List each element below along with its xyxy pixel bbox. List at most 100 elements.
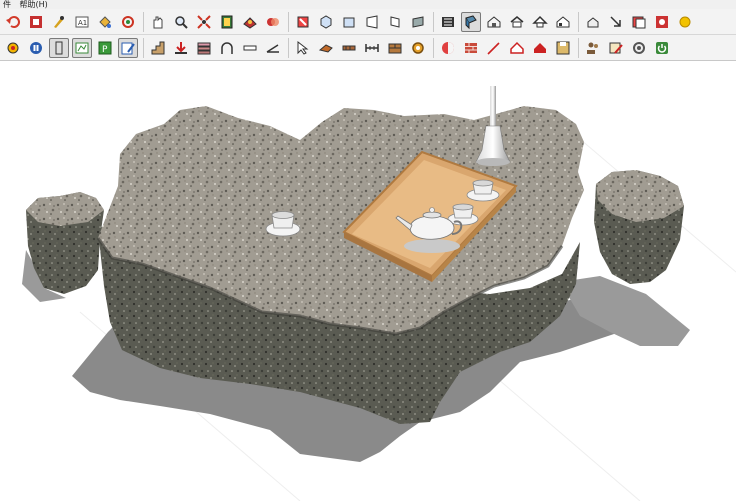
- orbit-dot-button[interactable]: [3, 38, 23, 58]
- arrow-button[interactable]: [606, 12, 626, 32]
- layers-icon: [631, 14, 647, 30]
- pointer-button[interactable]: [293, 38, 313, 58]
- paint-bucket-button[interactable]: [95, 12, 115, 32]
- house-red-icon: [509, 40, 525, 56]
- zoom-button[interactable]: [171, 12, 191, 32]
- angle-button[interactable]: [263, 38, 283, 58]
- arrow-icon: [608, 14, 624, 30]
- orbit-dot-icon: [5, 40, 21, 56]
- hand-button[interactable]: [148, 12, 168, 32]
- image-edit-button[interactable]: [606, 38, 626, 58]
- svg-text:P: P: [102, 45, 108, 55]
- text-icon: A1: [74, 14, 90, 30]
- stair-button[interactable]: [148, 38, 168, 58]
- style-icon: [265, 14, 281, 30]
- iso-view-button[interactable]: [293, 12, 313, 32]
- gear-button[interactable]: [408, 38, 428, 58]
- stairs-red-button[interactable]: [484, 38, 504, 58]
- rocket-button[interactable]: [316, 38, 336, 58]
- house-red-button[interactable]: [507, 38, 527, 58]
- hand-icon: [150, 14, 166, 30]
- arc-button[interactable]: [217, 38, 237, 58]
- back-view-button[interactable]: [385, 12, 405, 32]
- back-view-icon: [387, 14, 403, 30]
- style-button[interactable]: [263, 12, 283, 32]
- redo-button[interactable]: [652, 12, 672, 32]
- house-solid-button[interactable]: [530, 38, 550, 58]
- svg-text:A1: A1: [78, 19, 87, 27]
- paint-bucket-icon: [97, 14, 113, 30]
- wireframe-button[interactable]: [461, 11, 481, 32]
- menu-help[interactable]: 帮助(H): [17, 0, 51, 9]
- xray-button[interactable]: [438, 12, 458, 32]
- menu-bar: 件 帮助(H): [0, 0, 736, 9]
- column-button[interactable]: [49, 37, 69, 58]
- house-alt-icon: [555, 14, 571, 30]
- iso-view-icon: [295, 14, 311, 30]
- 3d-viewport[interactable]: [0, 62, 736, 501]
- stairs-red-icon: [486, 40, 502, 56]
- rocket-icon: [318, 40, 334, 56]
- edit-icon: [51, 14, 67, 30]
- right-view-icon: [364, 14, 380, 30]
- dimension-icon: [364, 40, 380, 56]
- xray-icon: [440, 14, 456, 30]
- people-icon: [585, 40, 601, 56]
- right-view-button[interactable]: [362, 12, 382, 32]
- scene-canvas[interactable]: [0, 62, 736, 501]
- angle-icon: [265, 40, 281, 56]
- orbit-button[interactable]: [118, 12, 138, 32]
- top-view-button[interactable]: [316, 12, 336, 32]
- zoom-extents-button[interactable]: [194, 12, 214, 32]
- power-icon: [654, 40, 670, 56]
- toolbar-separator: [578, 11, 579, 32]
- brick-icon: [463, 40, 479, 56]
- component-button[interactable]: [217, 12, 237, 32]
- front-view-icon: [341, 14, 357, 30]
- undo-button[interactable]: [3, 12, 23, 32]
- house-outline-button[interactable]: [507, 12, 527, 32]
- house-outline-icon: [509, 14, 525, 30]
- house-alt-button[interactable]: [553, 12, 573, 32]
- redo-icon: [654, 14, 670, 30]
- dot-icon: [677, 14, 693, 30]
- left-view-button[interactable]: [408, 12, 428, 32]
- line-button[interactable]: [240, 38, 260, 58]
- brick-button[interactable]: [461, 38, 481, 58]
- toolbar-separator: [143, 11, 144, 32]
- stack-button[interactable]: [194, 38, 214, 58]
- column-icon: [51, 40, 67, 56]
- scene-p-icon: P: [97, 40, 113, 56]
- material-button[interactable]: [240, 12, 260, 32]
- dimension-button[interactable]: [362, 38, 382, 58]
- floppy-button[interactable]: [553, 38, 573, 58]
- text-button[interactable]: A1: [72, 12, 92, 32]
- roof-button[interactable]: [530, 12, 550, 32]
- pointer-icon: [295, 40, 311, 56]
- menu-file[interactable]: 件: [0, 0, 14, 9]
- people-button[interactable]: [583, 38, 603, 58]
- house-button[interactable]: [484, 12, 504, 32]
- swatch-button[interactable]: [438, 38, 458, 58]
- edit-page-button[interactable]: [118, 37, 138, 58]
- house-small-button[interactable]: [583, 12, 603, 32]
- dot-button[interactable]: [675, 12, 695, 32]
- pipe-button[interactable]: [339, 38, 359, 58]
- scene-p-button[interactable]: P: [95, 38, 115, 58]
- brick-box-button[interactable]: [385, 38, 405, 58]
- orbit-icon: [120, 14, 136, 30]
- front-view-button[interactable]: [339, 12, 359, 32]
- zoom-extents-icon: [196, 14, 212, 30]
- stop-button[interactable]: [26, 12, 46, 32]
- power-button[interactable]: [652, 38, 672, 58]
- wrench-button[interactable]: [629, 38, 649, 58]
- sketch-button[interactable]: [72, 37, 92, 58]
- edit-button[interactable]: [49, 12, 69, 32]
- zoom-icon: [173, 14, 189, 30]
- layers-button[interactable]: [629, 12, 649, 32]
- stone-stool-right[interactable]: [594, 170, 684, 284]
- push-down-icon: [173, 40, 189, 56]
- brick-box-icon: [387, 40, 403, 56]
- pause-button[interactable]: [26, 38, 46, 58]
- push-down-button[interactable]: [171, 38, 191, 58]
